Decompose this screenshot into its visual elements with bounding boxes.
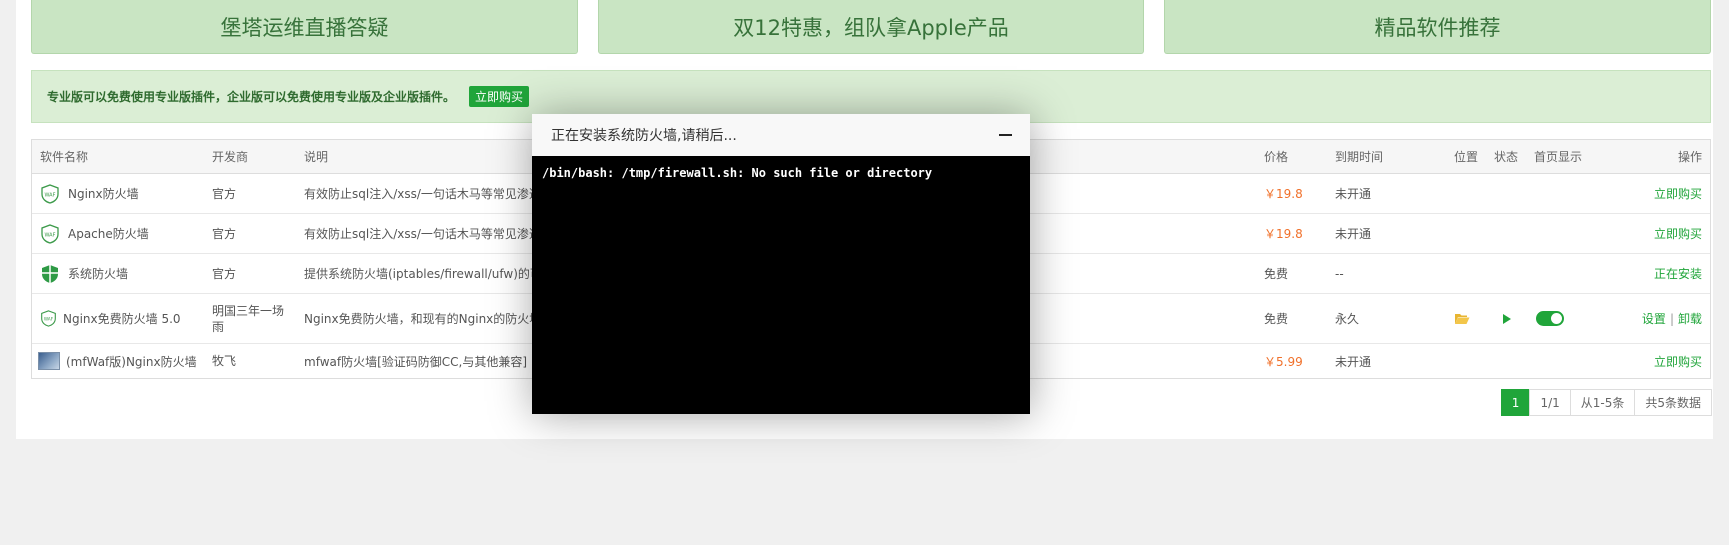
plugin-price: ￥5.99	[1264, 354, 1303, 369]
plugin-description: 提供系统防火墙(iptables/firewall/ufw)的可	[304, 267, 542, 281]
minimize-icon[interactable]	[999, 134, 1012, 136]
plugin-description: Nginx免费防火墙，和现有的Nginx的防火墙	[304, 312, 542, 326]
buy-link[interactable]: 立即购买	[1654, 214, 1702, 253]
buy-now-button[interactable]: 立即购买	[469, 86, 530, 107]
header-name: 软件名称	[40, 150, 89, 164]
terminal-output: /bin/bash: /tmp/firewall.sh: No such fil…	[532, 156, 1030, 414]
uninstall-link[interactable]: 卸载	[1678, 310, 1702, 327]
dialog-titlebar: 正在安装系统防火墙,请稍后...	[532, 114, 1030, 156]
home-display-toggle[interactable]	[1536, 311, 1564, 326]
plugin-developer: 官方	[212, 266, 237, 281]
buy-link[interactable]: 立即购买	[1654, 344, 1702, 378]
plugin-name: (mfWaf版)Nginx防火墙	[66, 354, 197, 369]
header-operation: 操作	[1677, 150, 1702, 164]
plugin-price: ￥19.8	[1264, 227, 1303, 241]
operation-separator: |	[1669, 311, 1674, 326]
plugin-expire: --	[1335, 266, 1344, 281]
waf-shield-icon: WAF	[41, 310, 56, 327]
plugin-name: Apache防火墙	[68, 227, 149, 241]
banner-promo[interactable]: 双12特惠，组队拿Apple产品	[598, 0, 1144, 54]
notice-text: 专业版可以免费使用专业版插件，企业版可以免费使用专业版及企业版插件。	[47, 90, 456, 104]
buy-link[interactable]: 立即购买	[1654, 174, 1702, 213]
svg-text:WAF: WAF	[45, 192, 56, 198]
header-description: 说明	[304, 150, 329, 164]
plugin-expire: 永久	[1335, 312, 1360, 326]
waf-shield-icon: WAF	[41, 183, 59, 204]
banner-recommend[interactable]: 精品软件推荐	[1164, 0, 1711, 54]
plugin-price: 免费	[1264, 312, 1289, 326]
header-developer: 开发商	[212, 149, 249, 164]
waf-shield-icon: WAF	[41, 223, 59, 244]
page-current[interactable]: 1	[1500, 389, 1531, 416]
page-total: 共5条数据	[1634, 389, 1712, 416]
banner-live-qa[interactable]: 堡塔运维直播答疑	[31, 0, 578, 54]
pagination: 1 1/1 从1-5条 共5条数据	[1500, 389, 1712, 416]
svg-text:WAF: WAF	[44, 317, 54, 323]
plugin-description: mfwaf防火墙[验证码防御CC,与其他兼容]	[304, 354, 528, 369]
plugin-developer: 牧飞	[212, 354, 237, 368]
header-status: 状态	[1494, 150, 1519, 164]
plugin-price: 免费	[1264, 267, 1289, 281]
header-position: 位置	[1454, 150, 1479, 164]
green-shield-icon	[42, 264, 58, 283]
plugin-description: 有效防止sql注入/xss/一句话木马等常见渗透	[304, 227, 541, 241]
page-count: 1/1	[1529, 389, 1571, 416]
thumbnail-icon	[38, 352, 60, 370]
plugin-expire: 未开通	[1335, 227, 1372, 241]
plugin-expire: 未开通	[1335, 187, 1372, 201]
plugin-expire: 未开通	[1335, 354, 1372, 369]
plugin-name: Nginx免费防火墙 5.0	[63, 312, 181, 326]
install-dialog: 正在安装系统防火墙,请稍后... /bin/bash: /tmp/firewal…	[532, 114, 1030, 414]
page-range: 从1-5条	[1569, 389, 1636, 416]
plugin-developer: 官方	[212, 226, 237, 241]
plugin-developer: 明国三年一场雨	[212, 303, 285, 334]
plugin-name: 系统防火墙	[68, 267, 129, 281]
settings-link[interactable]: 设置	[1642, 310, 1666, 327]
banner-label: 双12特惠，组队拿Apple产品	[733, 15, 1009, 40]
plugin-developer: 官方	[212, 186, 237, 201]
plugin-name: Nginx防火墙	[68, 187, 139, 201]
dialog-title: 正在安装系统防火墙,请稍后...	[551, 128, 737, 144]
banner-label: 精品软件推荐	[1374, 15, 1501, 40]
play-icon[interactable]	[1502, 313, 1512, 325]
installing-status[interactable]: 正在安装	[1654, 254, 1702, 293]
banner-label: 堡塔运维直播答疑	[220, 15, 389, 40]
header-home: 首页显示	[1534, 150, 1583, 164]
terminal-text: /bin/bash: /tmp/firewall.sh: No such fil…	[542, 166, 933, 180]
header-expire: 到期时间	[1335, 150, 1384, 164]
plugin-price: ￥19.8	[1264, 187, 1303, 201]
svg-text:WAF: WAF	[45, 232, 56, 238]
header-price: 价格	[1264, 150, 1289, 164]
plugin-description: 有效防止sql注入/xss/一句话木马等常见渗透	[304, 187, 541, 201]
folder-open-icon[interactable]	[1454, 312, 1470, 325]
